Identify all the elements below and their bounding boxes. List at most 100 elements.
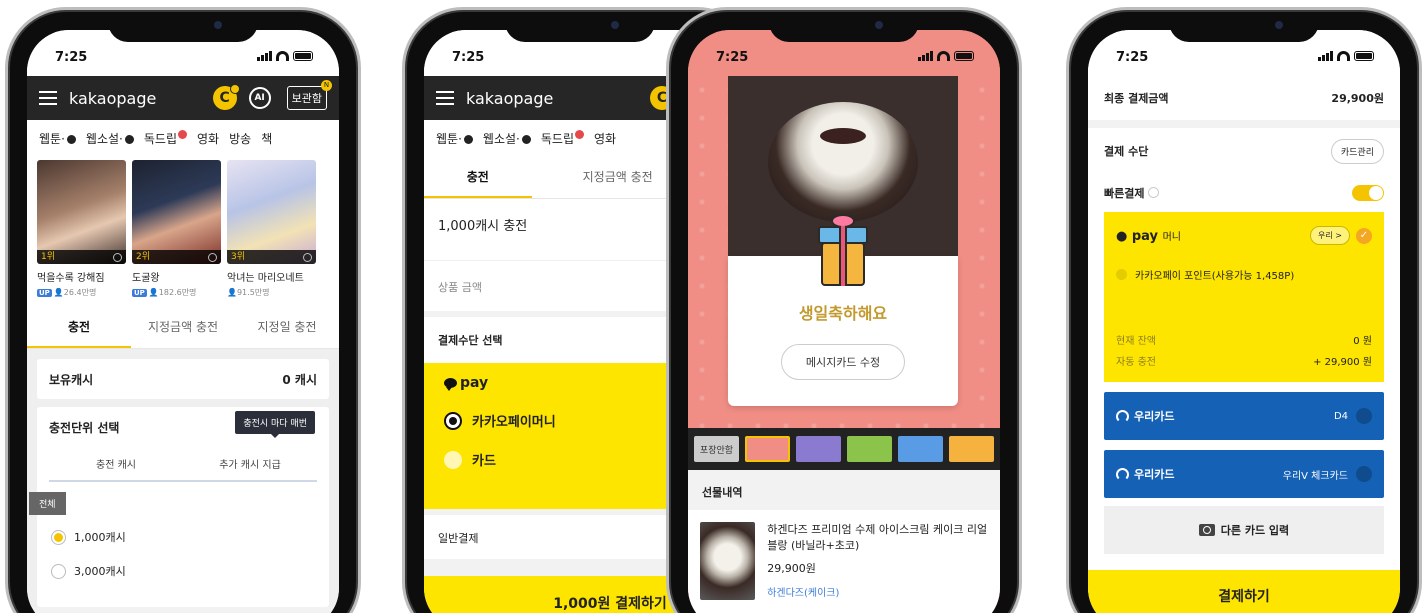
card-info: D4 [1333,410,1348,422]
nav-webnovel[interactable]: 웹소설· [86,130,134,147]
card-manage-button[interactable]: 카드관리 [1330,138,1384,164]
comic-title: 도굴왕 [132,273,160,284]
tab-amount-charge[interactable]: 지정금액 충전 [131,306,235,348]
other-card-button[interactable]: 다른 카드 입력 [1104,506,1384,554]
camera-icon [1198,524,1215,536]
radio-icon [51,563,66,579]
coin-icon[interactable]: C [212,84,240,110]
holding-cash-row: 보유캐시 0 캐시 [37,359,329,399]
product-brand[interactable]: 하겐다즈(케이크) [767,584,988,599]
option-3000[interactable]: 3,000캐시 [37,559,329,593]
battery-icon [954,51,974,61]
menu-icon[interactable] [436,91,454,105]
battery-icon [1354,51,1374,61]
nav-movie[interactable]: 영화 [197,130,219,147]
kakaopay-money-card[interactable]: ● pay 머니 우리 > ✓ 카카오페이 포인트(사용가능 1,458P) 현재… [1104,212,1384,382]
nav-webtoon[interactable]: 웹툰· [39,130,76,147]
battery-icon [293,51,313,61]
radio-selected-icon [51,529,66,545]
rank-badge: 3위 [227,250,316,264]
phone-frame-4: 7:25 최종 결제금액 29,900원 결제 수단 카드관리 빠른결제 ● p… [1069,10,1419,613]
radio-icon [1356,408,1372,424]
unit-subtabs: 충전 캐시 추가 캐시 지급 [49,447,317,482]
woori-logo-icon [1116,467,1129,481]
pay-button[interactable]: 결제하기 [1088,570,1400,613]
radio-selected-icon [444,411,462,430]
menu-icon[interactable] [39,91,57,105]
wrap-option-purple[interactable] [796,436,842,462]
tab-charge[interactable]: 충전 [424,156,532,198]
wrap-none[interactable]: 포장안함 [694,436,739,462]
quick-pay-toggle[interactable] [1352,185,1384,201]
wrap-option-pink[interactable] [744,436,791,462]
holding-label: 보유캐시 [49,372,94,387]
notch [505,12,655,42]
bank-select-button[interactable]: 우리 > [1310,226,1350,245]
subtab-bonus-cash[interactable]: 추가 캐시 지급 [183,447,317,480]
nav-dokdrip[interactable]: 독드립 [144,129,187,147]
radio-icon [1116,269,1127,280]
woori-card-logo: 우리카드 [1116,408,1174,424]
all-badge: 전체 [29,492,66,515]
kakaopay-logo: ● pay 머니 [1116,228,1181,244]
nav-movie[interactable]: 영화 [594,130,616,147]
auto-charge-value: + 29,900 원 [1313,357,1372,368]
radio-icon [1356,466,1372,482]
tab-charge[interactable]: 충전 [27,306,131,348]
method-label: 결제 수단 [1104,145,1149,158]
nav-webtoon[interactable]: 웹툰· [436,130,473,147]
gift-card-area: 생일축하해요 메시지카드 수정 [688,76,1000,428]
gift-box-icon [814,214,872,288]
gift-history: 선물내역 하겐다즈 프리미엄 수제 아이스크림 케이크 리얼블랑 (바닐라+초코… [688,470,1000,613]
category-nav: 웹툰· 웹소설· 독드립 영화 방송 책 [27,120,339,156]
wrap-option-blue[interactable] [898,436,944,462]
wifi-icon [1337,51,1350,61]
wrap-option-green[interactable] [847,436,893,462]
product-image [700,522,756,600]
method-row: 결제 수단 카드관리 [1088,128,1400,174]
points-option[interactable]: 카카오페이 포인트(사용가능 1,458P) [1116,267,1372,282]
card-info: 우리V 체크카드 [1282,470,1348,482]
status-time: 7:25 [55,50,88,65]
app-logo[interactable]: kakaopage [466,89,650,108]
comic-card[interactable]: 1위 먹을수록 강해짐 UP 👤26.4만명 [37,160,126,298]
edit-message-card-button[interactable]: 메시지카드 수정 [780,344,906,380]
comic-cover: 2위 [132,160,221,264]
nav-dokdrip[interactable]: 독드립 [541,129,584,147]
ai-search-icon[interactable]: AI [248,87,271,109]
charge-tabs: 충전 지정금액 충전 지정일 충전 [27,306,339,349]
balance-label: 현재 잔액 [1116,336,1156,347]
help-icon[interactable] [1148,187,1160,198]
nav-book[interactable]: 책 [261,130,272,147]
app-logo[interactable]: kakaopage [69,89,213,108]
cake-image [768,102,918,222]
comic-card[interactable]: 2위 도굴왕 UP 👤182.6만명 [132,160,221,298]
woori-card-1[interactable]: 우리카드 D4 [1104,392,1384,440]
signal-icon [257,51,272,61]
wifi-icon [937,51,950,61]
nav-webnovel[interactable]: 웹소설· [483,130,531,147]
final-amount-row: 최종 결제금액 29,900원 [1088,76,1400,128]
rank-badge: 1위 [37,250,126,264]
holding-value: 0 캐시 [282,372,317,387]
brand-logo [820,128,866,144]
charge-panel: 보유캐시 0 캐시 충전단위 선택 충전시 마다 매번 충전 캐시 추가 캐시 … [27,349,339,607]
comic-cover: 3위 [227,160,316,264]
notch [769,12,919,42]
comic-card[interactable]: 3위 악녀는 마리오네트 👤91.5만명 [227,160,316,298]
subtab-charge-cash[interactable]: 충전 캐시 [49,447,183,480]
comic-title: 먹을수록 강해짐 [37,273,105,284]
comic-title: 악녀는 마리오네트 [227,273,304,284]
woori-card-2[interactable]: 우리카드 우리V 체크카드 [1104,450,1384,498]
notch [1169,12,1319,42]
app-header: kakaopage C AI 보관함 [27,76,339,120]
gift-item[interactable]: 하겐다즈 프리미엄 수제 아이스크림 케이크 리얼블랑 (바닐라+초코) 29,… [688,510,1000,612]
locker-button[interactable]: 보관함 [286,80,333,110]
nav-broadcast[interactable]: 방송 [229,130,251,147]
wrap-option-orange[interactable] [949,436,994,462]
comic-cover: 1위 [37,160,126,264]
tab-date-charge[interactable]: 지정일 충전 [235,306,339,348]
radio-icon [444,450,462,469]
option-1000[interactable]: 1,000캐시 [37,515,329,559]
quick-pay-row: 빠른결제 [1088,174,1400,212]
